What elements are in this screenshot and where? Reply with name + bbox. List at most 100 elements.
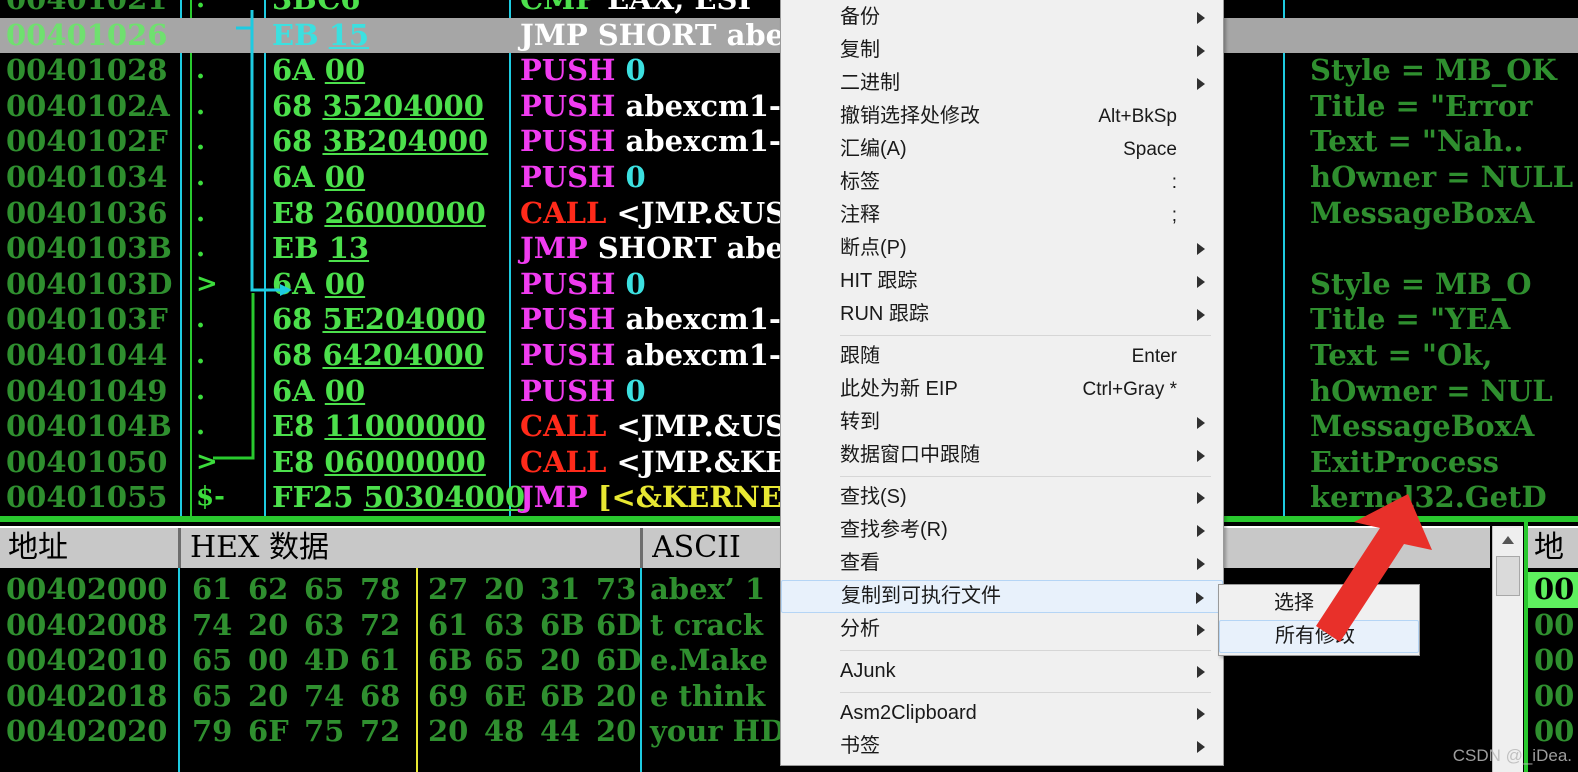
- disasm-instruction: PUSH 0: [520, 373, 646, 408]
- context-menu-item-label: 转到: [840, 411, 880, 433]
- disasm-instruction: PUSH abexcm1-.: [520, 124, 792, 159]
- disasm-comment: Text = "Nah..: [1310, 124, 1524, 159]
- stack-row[interactable]: 00: [1528, 608, 1578, 644]
- disasm-hexdump: 68 35204000: [272, 88, 484, 123]
- stack-header-address: 地: [1528, 526, 1578, 568]
- submenu-chevron-right-icon: [1197, 666, 1205, 678]
- context-menu-separator: [840, 650, 1211, 651]
- submenu-chevron-right-icon: [1197, 417, 1205, 429]
- dump-hex-byte: 20: [248, 607, 289, 642]
- context-menu-item-label: 此处为新 EIP: [840, 378, 958, 400]
- context-menu-item[interactable]: 数据窗口中跟随: [781, 439, 1223, 472]
- submenu-chevron-right-icon: [1197, 12, 1205, 24]
- submenu-chevron-right-icon: [1197, 450, 1205, 462]
- dump-row[interactable]: 00402020 79 6F 75 72 20 48 44 20 your HD: [0, 714, 1490, 750]
- context-menu-item[interactable]: Asm2Clipboard: [781, 697, 1223, 730]
- context-menu-item-shortcut: Ctrl+Gray *: [1082, 379, 1178, 400]
- context-menu-item-label: 跟随: [840, 345, 880, 367]
- context-menu[interactable]: 备份复制 二进制 撤销选择处修改 Alt+BkSp 汇编(A) Space 标签: 注释; 断点…: [780, 0, 1224, 766]
- context-menu-item[interactable]: 汇编(A) Space: [781, 133, 1223, 166]
- context-menu-item[interactable]: 跟随 Enter: [781, 340, 1223, 373]
- dump-hex-byte: 20: [540, 643, 581, 678]
- dump-hex-byte: 6B: [428, 643, 473, 678]
- dump-ascii: t crack: [650, 607, 763, 642]
- stack-row[interactable]: 00: [1528, 714, 1578, 750]
- stack-row[interactable]: 00: [1528, 572, 1578, 608]
- context-menu-item[interactable]: 此处为新 EIP Ctrl+Gray *: [781, 373, 1223, 406]
- dump-header-sep-2: [640, 528, 643, 568]
- dump-hex-byte: 6B: [540, 607, 585, 642]
- dump-hex-byte: 62: [248, 572, 289, 606]
- disasm-address: 00401021: [6, 0, 174, 18]
- context-menu-item[interactable]: 撤销选择处修改 Alt+BkSp: [781, 100, 1223, 133]
- stack-panel[interactable]: 地 00 00 00 00 00: [1524, 522, 1578, 772]
- context-menu-item[interactable]: 断点(P): [781, 232, 1223, 265]
- context-menu-item[interactable]: 复制: [781, 34, 1223, 67]
- dump-scrollbar-thumb[interactable]: [1496, 556, 1520, 596]
- disasm-instruction: PUSH 0: [520, 160, 646, 194]
- context-menu-item-label: 查看: [840, 552, 880, 574]
- context-menu-item-label: 注释: [840, 204, 880, 226]
- dump-header-hex: HEX 数据: [190, 530, 329, 565]
- context-menu-item[interactable]: AJunk: [781, 655, 1223, 688]
- dump-row-address: 00402018: [6, 678, 168, 713]
- disasm-hexdump: 6A 00: [272, 53, 366, 88]
- disasm-comment: Title = "YEA: [1310, 302, 1511, 337]
- context-menu-item[interactable]: 复制到可执行文件: [781, 580, 1223, 613]
- disasm-marker: >: [196, 446, 218, 477]
- disasm-hexdump: 6A 00: [272, 373, 366, 408]
- dump-hex-byte: 6D: [596, 643, 642, 678]
- disasm-address: 0040103F: [6, 302, 168, 337]
- submenu-items: 选择 所有修改: [1219, 587, 1419, 653]
- scroll-up-arrow-icon[interactable]: [1493, 526, 1523, 552]
- submenu-chevron-right-icon: [1197, 492, 1205, 504]
- context-menu-item-shortcut: :: [1171, 172, 1177, 193]
- disasm-address: 00401055: [6, 480, 168, 515]
- context-menu-item[interactable]: 二进制: [781, 67, 1223, 100]
- stack-row[interactable]: 00: [1528, 679, 1578, 715]
- context-menu-item[interactable]: 查找(S): [781, 481, 1223, 514]
- dump-hex-byte: 65: [304, 572, 345, 606]
- context-menu-item-label: 备份: [840, 6, 880, 28]
- context-menu-item[interactable]: 书签: [781, 730, 1223, 763]
- context-menu-item[interactable]: HIT 跟踪: [781, 265, 1223, 298]
- copy-to-executable-submenu[interactable]: 选择 所有修改: [1218, 584, 1420, 656]
- dump-ascii: abex’ 1: [650, 572, 766, 606]
- disasm-instruction: PUSH 0: [520, 53, 646, 88]
- context-menu-separator: [840, 692, 1211, 693]
- context-menu-item[interactable]: 注释;: [781, 199, 1223, 232]
- submenu-chevron-right-icon: [1197, 309, 1205, 321]
- submenu-chevron-right-icon: [1197, 243, 1205, 255]
- context-menu-item-label: 查找(S): [840, 486, 907, 508]
- submenu-chevron-right-icon: [1196, 592, 1204, 604]
- dump-ascii: e.Make: [650, 643, 779, 678]
- context-menu-item[interactable]: 分析: [781, 613, 1223, 646]
- disasm-marker: .: [196, 233, 206, 264]
- context-menu-item[interactable]: 备份: [781, 1, 1223, 34]
- disasm-hexdump: 6A 00: [272, 160, 366, 194]
- dump-row[interactable]: 00402018 65 20 74 68 69 6E 6B 20 e think: [0, 679, 1490, 715]
- submenu-item[interactable]: 选择: [1219, 587, 1419, 620]
- dump-hex-byte: 00: [248, 643, 289, 678]
- context-menu-item[interactable]: 查看: [781, 547, 1223, 580]
- dump-hex-byte: 20: [428, 714, 469, 749]
- submenu-chevron-right-icon: [1197, 741, 1205, 753]
- context-menu-separator: [840, 476, 1211, 477]
- stack-row[interactable]: 00: [1528, 643, 1578, 679]
- disasm-instruction: JMP [<&KERNEL3: [520, 480, 823, 515]
- submenu-item[interactable]: 所有修改: [1219, 620, 1419, 653]
- dump-hex-byte: 20: [248, 678, 289, 713]
- context-menu-item[interactable]: RUN 跟踪: [781, 298, 1223, 331]
- submenu-chevron-right-icon: [1197, 45, 1205, 57]
- context-menu-item-label: 复制到可执行文件: [841, 585, 1001, 607]
- dump-scrollbar[interactable]: [1492, 526, 1523, 772]
- context-menu-item[interactable]: 标签:: [781, 166, 1223, 199]
- context-menu-item-shortcut: Alt+BkSp: [1098, 106, 1177, 127]
- context-menu-item[interactable]: 转到: [781, 406, 1223, 439]
- disasm-hexdump: FF25 50304000: [272, 480, 526, 515]
- context-menu-item[interactable]: 查找参考(R): [781, 514, 1223, 547]
- disasm-marker: .: [196, 304, 206, 335]
- context-menu-item-label: 书签: [840, 735, 880, 757]
- dump-hex-byte: 79: [192, 714, 233, 749]
- context-menu-item-label: RUN 跟踪: [840, 303, 929, 325]
